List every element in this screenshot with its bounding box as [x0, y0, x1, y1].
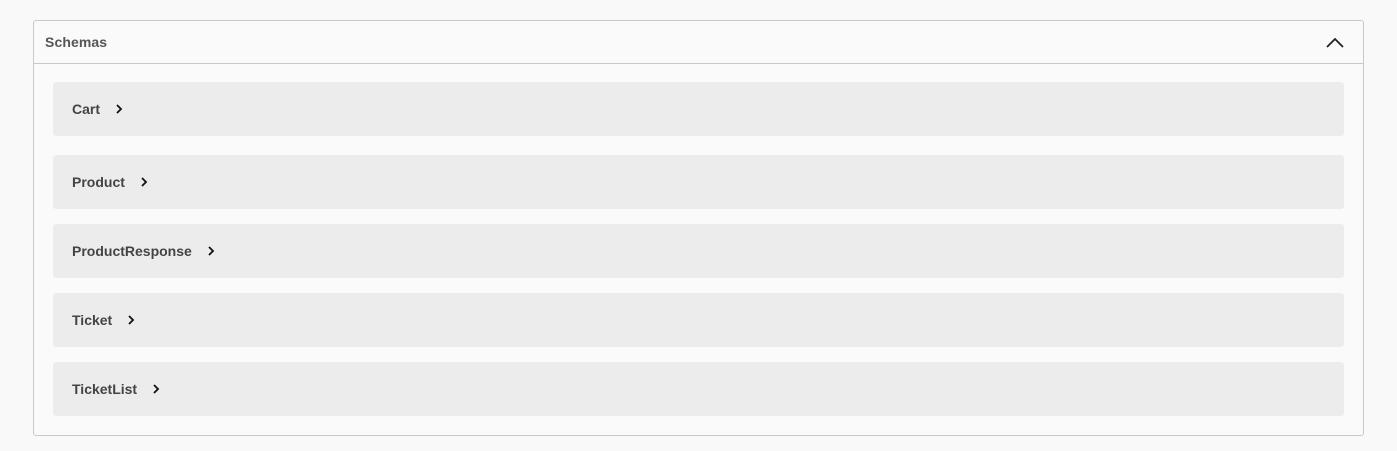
chevron-up-icon	[1326, 37, 1344, 48]
chevron-right-icon	[125, 314, 137, 326]
schema-item-product[interactable]: Product	[53, 155, 1344, 209]
schema-name: Cart	[72, 101, 101, 117]
chevron-right-icon	[113, 103, 125, 115]
chevron-right-icon	[138, 176, 150, 188]
chevron-right-icon	[205, 245, 217, 257]
schemas-panel: Schemas Cart Product ProductResponse Tic…	[33, 20, 1364, 436]
schema-item-ticket[interactable]: Ticket	[53, 293, 1344, 347]
chevron-right-icon	[150, 383, 162, 395]
schemas-panel-header[interactable]: Schemas	[34, 21, 1363, 64]
schema-name: ProductResponse	[72, 243, 192, 259]
schema-name: Product	[72, 174, 125, 190]
schema-name: Ticket	[72, 312, 113, 328]
schema-item-cart[interactable]: Cart	[53, 82, 1344, 136]
schemas-list: Cart Product ProductResponse Ticket Tick…	[34, 64, 1363, 416]
collapse-button[interactable]	[1307, 21, 1363, 63]
schemas-panel-title: Schemas	[45, 34, 108, 50]
schema-item-productresponse[interactable]: ProductResponse	[53, 224, 1344, 278]
schema-item-ticketlist[interactable]: TicketList	[53, 362, 1344, 416]
schema-name: TicketList	[72, 381, 138, 397]
